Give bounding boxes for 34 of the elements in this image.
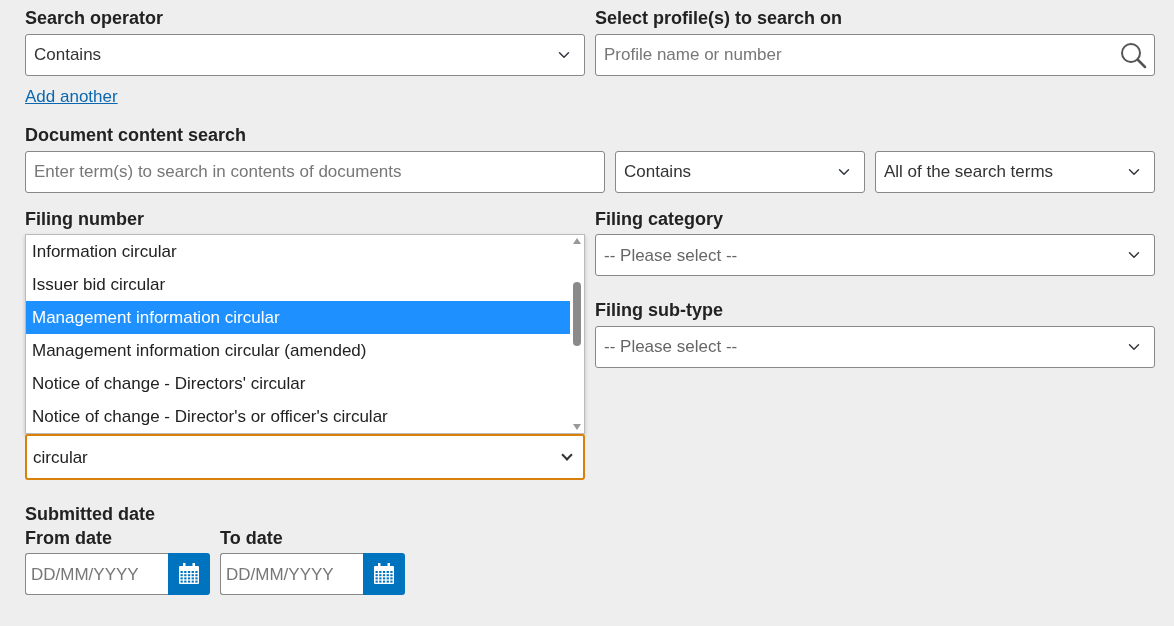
field-label: To date	[220, 527, 284, 550]
calendar-icon	[177, 562, 201, 587]
sub-type-select[interactable]: -- Please select --	[595, 325, 1155, 368]
date-field[interactable]: DD/MM/YYYY	[25, 553, 168, 596]
dropdown-option[interactable]: Notice of change - Director's or officer's circular	[26, 400, 570, 434]
field-label: Filing sub-type	[595, 300, 724, 322]
dropdown-option[interactable]: Information circular	[26, 235, 570, 269]
dropdown-option[interactable]: Management information circular (amended)	[26, 334, 570, 368]
date-field[interactable]: DD/MM/YYYY	[220, 553, 363, 596]
operator-select[interactable]: Contains	[615, 150, 865, 193]
scroll-down-icon[interactable]	[572, 423, 582, 432]
filing-type-combobox[interactable]: circular	[25, 434, 585, 481]
calendar-button[interactable]	[363, 553, 405, 596]
dropdown-option[interactable]: Notice of change - Directors' circular	[26, 367, 570, 401]
add-another-link[interactable]: Add another	[25, 86, 118, 106]
scroll-up-icon[interactable]	[572, 237, 582, 246]
match-select[interactable]: All of the search terms	[875, 150, 1155, 193]
field-label: Submitted date	[25, 504, 156, 526]
category-select[interactable]: -- Please select --	[595, 234, 1155, 277]
content-search-field[interactable]: Enter term(s) to search in contents of documents	[25, 150, 605, 193]
field-label: Filing number	[25, 208, 145, 231]
dropdown-option[interactable]: Issuer bid circular	[26, 268, 570, 302]
field-label: Document content search	[25, 125, 248, 147]
calendar-button[interactable]	[168, 553, 210, 596]
scrollbar-thumb[interactable]	[573, 282, 581, 347]
field-label: From date	[25, 527, 113, 550]
field-label: Search operator	[25, 8, 165, 30]
field-label: Filing category	[595, 208, 725, 231]
search-icon[interactable]	[1119, 40, 1147, 69]
calendar-icon	[372, 562, 396, 587]
operator-select[interactable]: Contains	[25, 33, 585, 76]
field-label: Select profile(s) to search on	[595, 8, 844, 30]
combobox-value: circular	[33, 446, 89, 469]
profile-search-field[interactable]: Profile name or number	[595, 33, 1155, 76]
